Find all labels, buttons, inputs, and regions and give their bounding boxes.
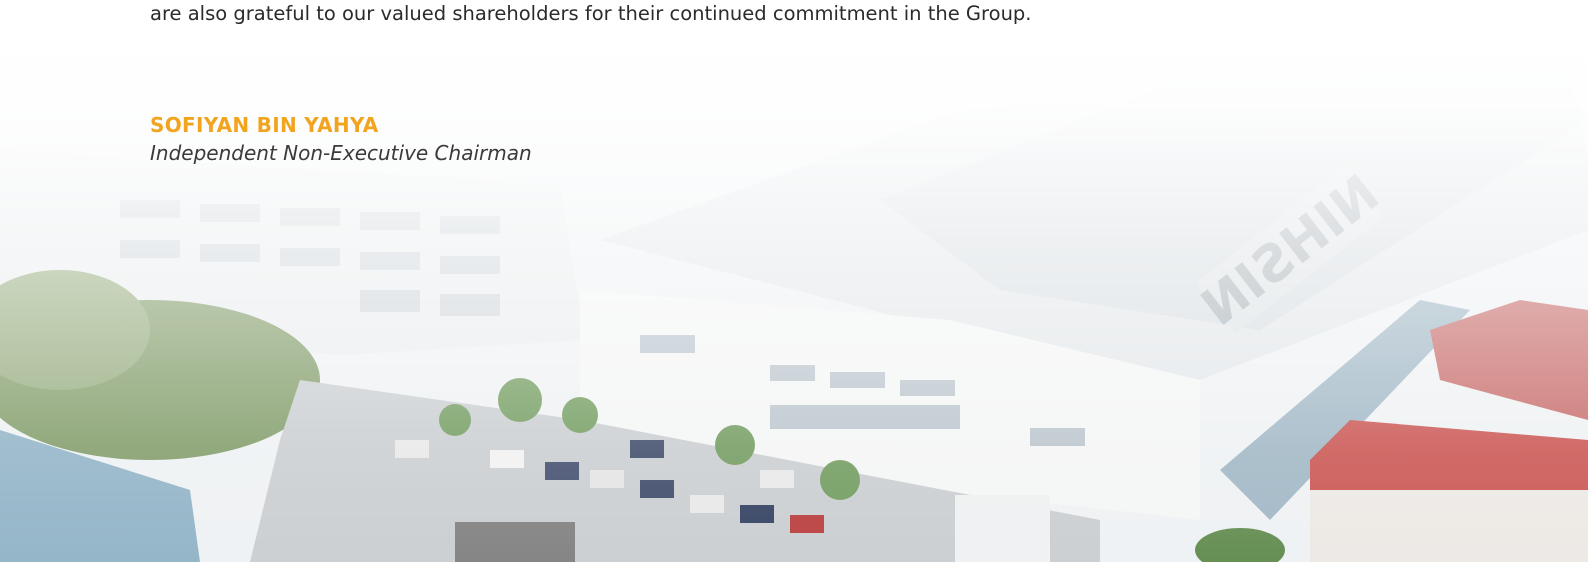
annual-report-page: NIHSIN are also grateful to our valued s…: [0, 0, 1588, 562]
guard-house: [955, 495, 1050, 562]
truck: [455, 522, 575, 562]
signature-block: SOFIYAN BIN YAHYA Independent Non-Execut…: [150, 112, 532, 168]
factory-aerial-photo: NIHSIN: [0, 0, 1588, 562]
signatory-name: SOFIYAN BIN YAHYA: [150, 113, 379, 137]
body-paragraph-line: are also grateful to our valued sharehol…: [150, 2, 1032, 25]
signatory-title: Independent Non-Executive Chairman: [150, 141, 532, 165]
red-building-wall: [1310, 490, 1588, 562]
factory-aerial-illustration: NIHSIN: [0, 0, 1588, 562]
